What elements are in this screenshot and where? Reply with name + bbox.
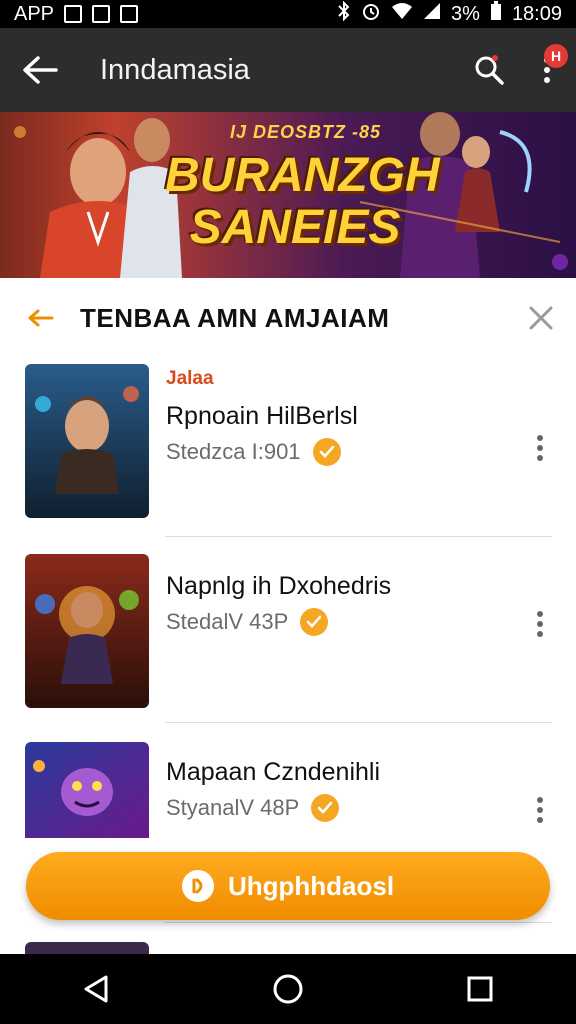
back-button[interactable] — [0, 28, 80, 112]
item-meta: Stedzca I:901 — [166, 439, 301, 464]
item-more-button[interactable] — [522, 604, 558, 644]
game-thumbnail — [25, 942, 149, 954]
banner-title-line-1: BURANZGH — [165, 149, 440, 202]
nav-home-button[interactable] — [248, 954, 328, 1024]
banner-eyebrow: IJ DEOSBTZ -85 — [230, 122, 382, 142]
close-button[interactable] — [506, 278, 576, 358]
game-thumbnail — [25, 554, 149, 708]
verified-check-icon — [311, 794, 340, 822]
list-item[interactable]: Napnlg ih Dxohedris StedalV 43P — [0, 548, 576, 718]
back-arrow-icon — [28, 309, 54, 327]
item-title: Rpnoain HilBerlsl — [166, 402, 358, 430]
item-more-button[interactable] — [522, 428, 558, 468]
more-vert-icon — [537, 435, 543, 461]
nav-recents-button[interactable] — [440, 954, 520, 1024]
banner-title-line-2: SANEIES — [189, 201, 401, 254]
item-title: Mapaan Czndenihli — [166, 758, 381, 786]
nav-home-icon — [273, 974, 303, 1004]
section-header: TENBAA AMN AMJAIAM — [0, 278, 576, 358]
search-icon — [475, 55, 504, 85]
item-subtitle: Stedzca I:901 — [166, 438, 341, 466]
nav-back-icon — [84, 975, 108, 1003]
battery-icon — [490, 1, 502, 27]
app-title: Inndamasia — [100, 53, 250, 86]
back-arrow-icon — [23, 56, 58, 84]
battery-percent: 3% — [451, 2, 480, 25]
search-button[interactable] — [460, 28, 518, 112]
section-back-button[interactable] — [0, 278, 80, 358]
verified-check-icon — [312, 438, 341, 466]
item-title: Napnlg ih Dxohedris — [166, 572, 392, 600]
game-thumbnail — [25, 742, 149, 838]
wifi-icon — [391, 2, 413, 26]
item-meta: StedalV 43P — [166, 609, 289, 634]
section-title: TENBAA AMN AMJAIAM — [80, 302, 390, 333]
notification-icon — [64, 5, 83, 23]
image-icon — [92, 5, 111, 23]
nav-back-button[interactable] — [56, 954, 136, 1024]
close-icon — [529, 306, 553, 330]
item-subtitle: StedalV 43P — [166, 608, 329, 636]
alarm-icon — [361, 1, 381, 27]
system-nav-bar — [0, 954, 576, 1024]
list-divider — [165, 722, 552, 723]
list-divider — [165, 536, 552, 537]
more-vert-icon — [537, 797, 543, 823]
bluetooth-icon — [337, 0, 351, 27]
nav-recents-icon — [467, 976, 493, 1002]
signal-icon — [423, 2, 441, 26]
status-bar: APP 3% 18:09 — [0, 0, 576, 28]
app-icon — [120, 5, 139, 23]
overflow-menu-button[interactable]: H — [518, 28, 576, 112]
cta-label: Uhgphhdaosl — [227, 870, 395, 901]
play-icon — [181, 870, 214, 902]
item-subtitle: StyanalV 48P — [166, 794, 340, 822]
game-thumbnail — [25, 364, 149, 518]
clock-time: 18:09 — [511, 2, 562, 25]
verified-check-icon — [300, 608, 329, 636]
status-app-label: APP — [14, 2, 55, 25]
item-tag: Jalaa — [166, 368, 214, 389]
app-bar: Inndamasia H — [0, 28, 576, 112]
item-meta: StyanalV 48P — [166, 795, 300, 820]
cta-button[interactable]: Uhgphhdaosl — [26, 852, 550, 920]
banner-title: BURANZGH SANEIES — [165, 149, 440, 254]
item-more-button[interactable] — [522, 790, 558, 830]
promo-banner[interactable]: IJ DEOSBTZ -85 BURANZGH SANEIES — [0, 112, 576, 278]
list-divider — [165, 922, 552, 923]
notification-badge: H — [544, 44, 568, 68]
more-vert-icon — [537, 611, 543, 637]
list-item[interactable]: Jalaa Rpnoain HilBerlsl Stedzca I:901 — [0, 358, 576, 528]
